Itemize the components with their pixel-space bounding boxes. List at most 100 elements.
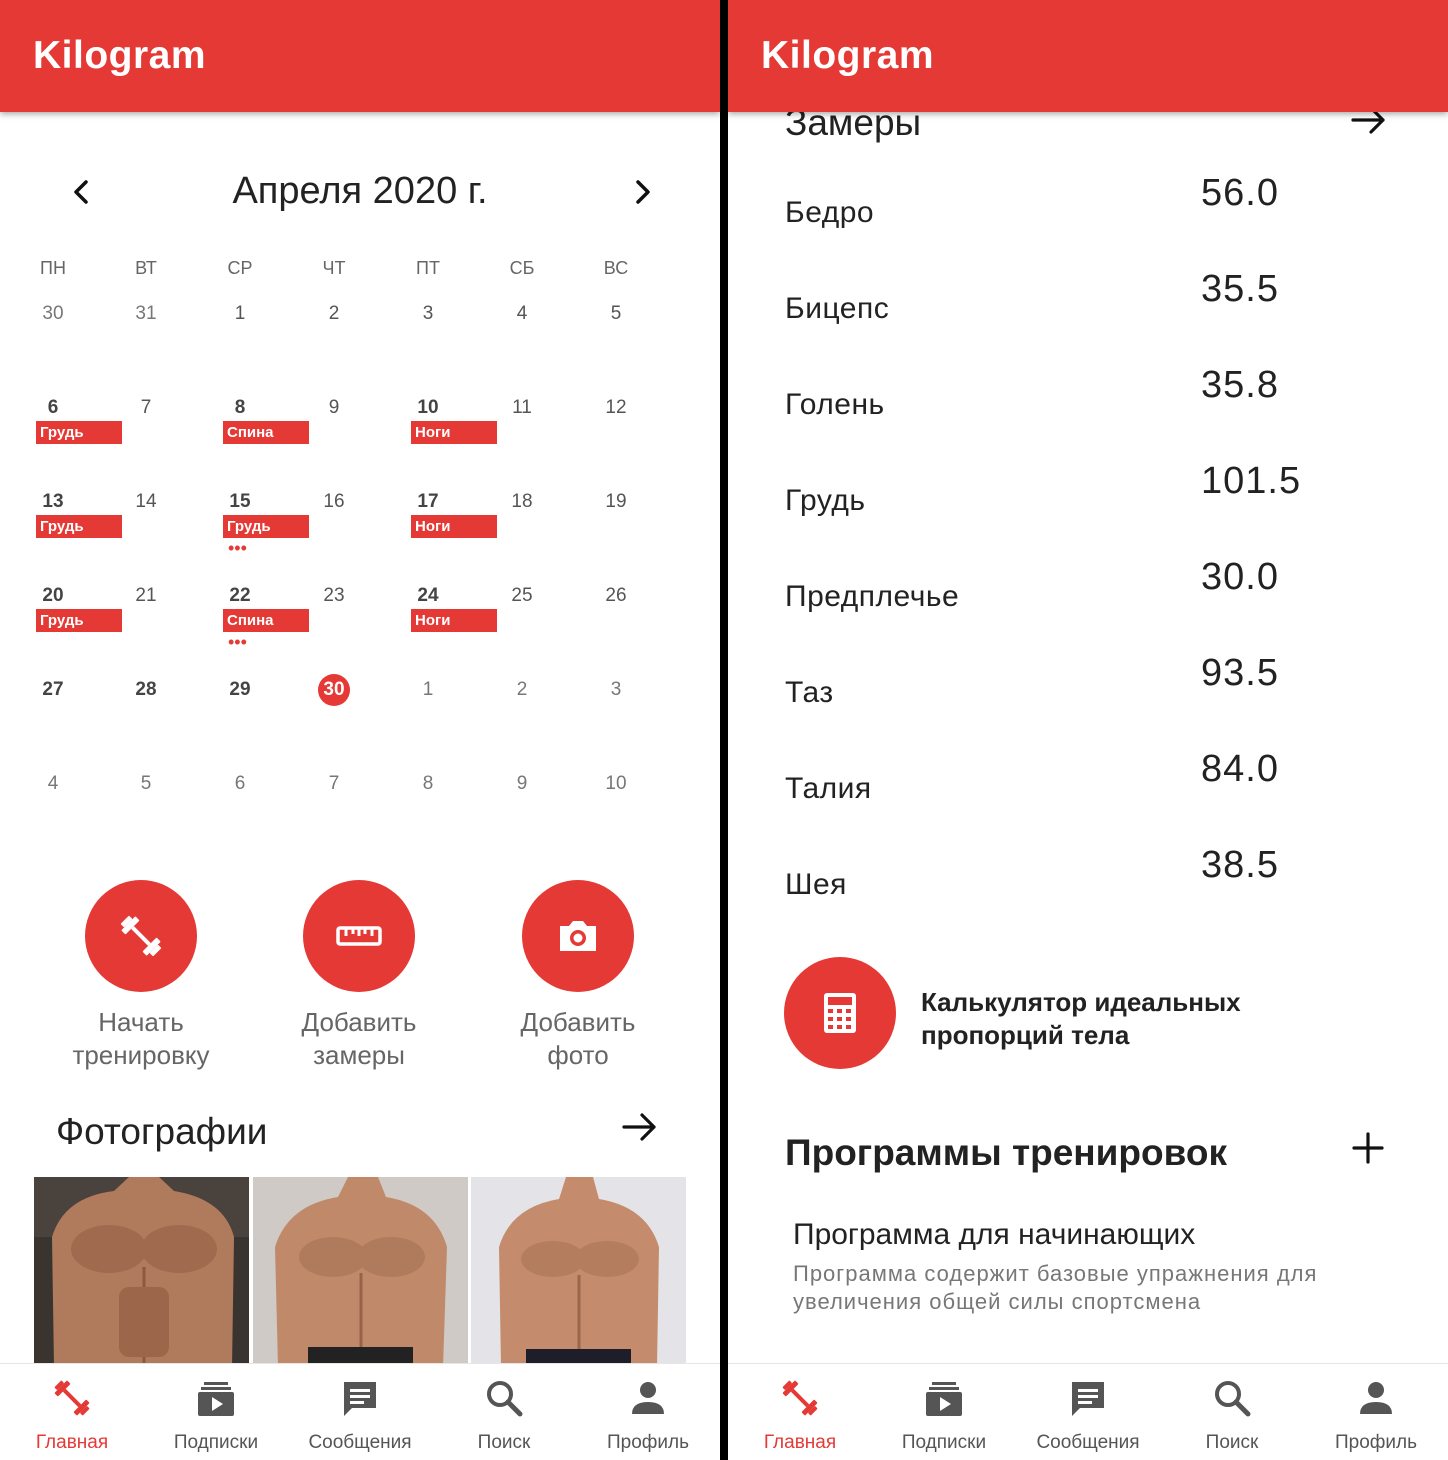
calculator-icon (824, 993, 856, 1033)
nav-item-profile[interactable]: Профиль (576, 1364, 720, 1460)
workout-event-tag[interactable]: Ноги (411, 609, 497, 632)
calendar-day-other-month[interactable]: 5 (116, 773, 176, 795)
nav-item-subscriptions[interactable]: Подписки (872, 1364, 1016, 1460)
measurement-value: 101.5 (1201, 460, 1302, 502)
calendar-day[interactable]: 26 (586, 585, 646, 607)
nav-item-home[interactable]: Главная (0, 1364, 144, 1460)
calendar-day[interactable]: 16 (304, 491, 364, 513)
calendar-day[interactable]: 17 (398, 491, 458, 513)
chevron-left-icon (74, 180, 88, 204)
calendar-day-other-month[interactable]: 6 (210, 773, 270, 795)
add-measurements-action[interactable]: Добавить замеры (249, 880, 469, 1072)
start-workout-action[interactable]: Начать тренировку (31, 880, 251, 1072)
add-photo-label: Добавить фото (468, 1006, 688, 1072)
workout-event-tag[interactable]: Грудь (36, 609, 122, 632)
next-month-button[interactable] (622, 172, 662, 212)
weekday-header: ПТ (416, 258, 440, 278)
calendar-day[interactable]: 10 (398, 397, 458, 419)
workout-event-tag[interactable]: Спина (223, 609, 309, 632)
more-events-indicator[interactable]: ••• (228, 633, 247, 651)
nav-item-subscriptions[interactable]: Подписки (144, 1364, 288, 1460)
add-photo-action[interactable]: Добавить фото (468, 880, 688, 1072)
calendar-day[interactable]: 23 (304, 585, 364, 607)
add-photo-label-line2: фото (547, 1040, 609, 1070)
calendar-day[interactable]: 18 (492, 491, 552, 513)
calendar-day[interactable]: 8 (210, 397, 270, 419)
add-program-button[interactable] (1348, 1128, 1388, 1168)
calendar-day[interactable]: 11 (492, 397, 552, 419)
calendar-day-other-month[interactable]: 10 (586, 773, 646, 795)
calendar-day[interactable]: 13 (23, 491, 83, 513)
workout-event-tag[interactable]: Грудь (36, 421, 122, 444)
nav-label: Подписки (173, 1432, 259, 1453)
calendar-day[interactable]: 29 (210, 679, 270, 701)
measurement-value: 35.8 (1201, 364, 1279, 406)
progress-photo[interactable] (471, 1177, 686, 1367)
calculator-label[interactable]: Калькулятор идеальных пропорций тела (921, 986, 1281, 1052)
progress-photo[interactable] (253, 1177, 468, 1367)
calendar-day-other-month[interactable]: 1 (398, 679, 458, 701)
camera-icon (560, 921, 596, 951)
nav-item-messages[interactable]: Сообщения (1016, 1364, 1160, 1460)
calendar-day-other-month[interactable]: 4 (23, 773, 83, 795)
measurement-label: Предплечье (785, 580, 960, 613)
calendar-day[interactable]: 14 (116, 491, 176, 513)
progress-photo[interactable] (34, 1177, 249, 1367)
calendar-day[interactable]: 1 (210, 303, 270, 325)
calendar-day[interactable]: 20 (23, 585, 83, 607)
measurement-value: 93.5 (1201, 652, 1279, 694)
nav-label: Поиск (1205, 1432, 1259, 1453)
calendar-day[interactable]: 6 (23, 397, 83, 419)
nav-item-home[interactable]: Главная (728, 1364, 872, 1460)
calculator-button[interactable] (784, 957, 896, 1069)
calendar-day-today[interactable]: 30 (318, 674, 350, 706)
calendar-day[interactable]: 28 (116, 679, 176, 701)
workout-event-tag[interactable]: Ноги (411, 421, 497, 444)
calendar-day[interactable]: 27 (23, 679, 83, 701)
workout-event-tag[interactable]: Грудь (223, 515, 309, 538)
calendar-day[interactable]: 15 (210, 491, 270, 513)
calendar-day-other-month[interactable]: 30 (23, 303, 83, 325)
torso-photo-image (253, 1177, 468, 1367)
calendar-day[interactable]: 7 (116, 397, 176, 419)
calendar-day[interactable]: 22 (210, 585, 270, 607)
nav-item-search[interactable]: Поиск (1160, 1364, 1304, 1460)
calendar-day[interactable]: 25 (492, 585, 552, 607)
calendar-day-other-month[interactable]: 8 (398, 773, 458, 795)
dumbbell-icon (782, 1380, 818, 1416)
dumbbell-icon (120, 915, 162, 957)
prev-month-button[interactable] (62, 172, 102, 212)
nav-item-profile[interactable]: Профиль (1304, 1364, 1448, 1460)
calendar-day[interactable]: 4 (492, 303, 552, 325)
nav-item-messages[interactable]: Сообщения (288, 1364, 432, 1460)
calendar-day-other-month[interactable]: 31 (116, 303, 176, 325)
photos-see-all-button[interactable] (620, 1107, 660, 1147)
calendar-day[interactable]: 3 (398, 303, 458, 325)
nav-item-search[interactable]: Поиск (432, 1364, 576, 1460)
calendar-day-other-month[interactable]: 2 (492, 679, 552, 701)
workout-event-tag[interactable]: Спина (223, 421, 309, 444)
measurement-value: 56.0 (1201, 172, 1279, 214)
calendar-day-other-month[interactable]: 9 (492, 773, 552, 795)
app-title: Kilogram (761, 34, 935, 77)
calendar-day[interactable]: 24 (398, 585, 458, 607)
calendar-day-other-month[interactable]: 3 (586, 679, 646, 701)
calendar-day[interactable]: 5 (586, 303, 646, 325)
add-measurements-button[interactable] (303, 880, 415, 992)
app-bar: Kilogram (728, 0, 1448, 112)
more-events-indicator[interactable]: ••• (228, 539, 247, 557)
workout-event-tag[interactable]: Ноги (411, 515, 497, 538)
workout-event-tag[interactable]: Грудь (36, 515, 122, 538)
calendar-day[interactable]: 21 (116, 585, 176, 607)
calendar-day[interactable]: 2 (304, 303, 364, 325)
photos-strip (34, 1177, 686, 1367)
calendar-day-other-month[interactable]: 7 (304, 773, 364, 795)
add-photo-button[interactable] (522, 880, 634, 992)
measurement-label: Талия (785, 772, 872, 805)
calendar-day[interactable]: 12 (586, 397, 646, 419)
nav-label: Профиль (1334, 1432, 1418, 1453)
start-workout-button[interactable] (85, 880, 197, 992)
nav-label: Сообщения (1036, 1432, 1140, 1453)
calendar-day[interactable]: 9 (304, 397, 364, 419)
calendar-day[interactable]: 19 (586, 491, 646, 513)
